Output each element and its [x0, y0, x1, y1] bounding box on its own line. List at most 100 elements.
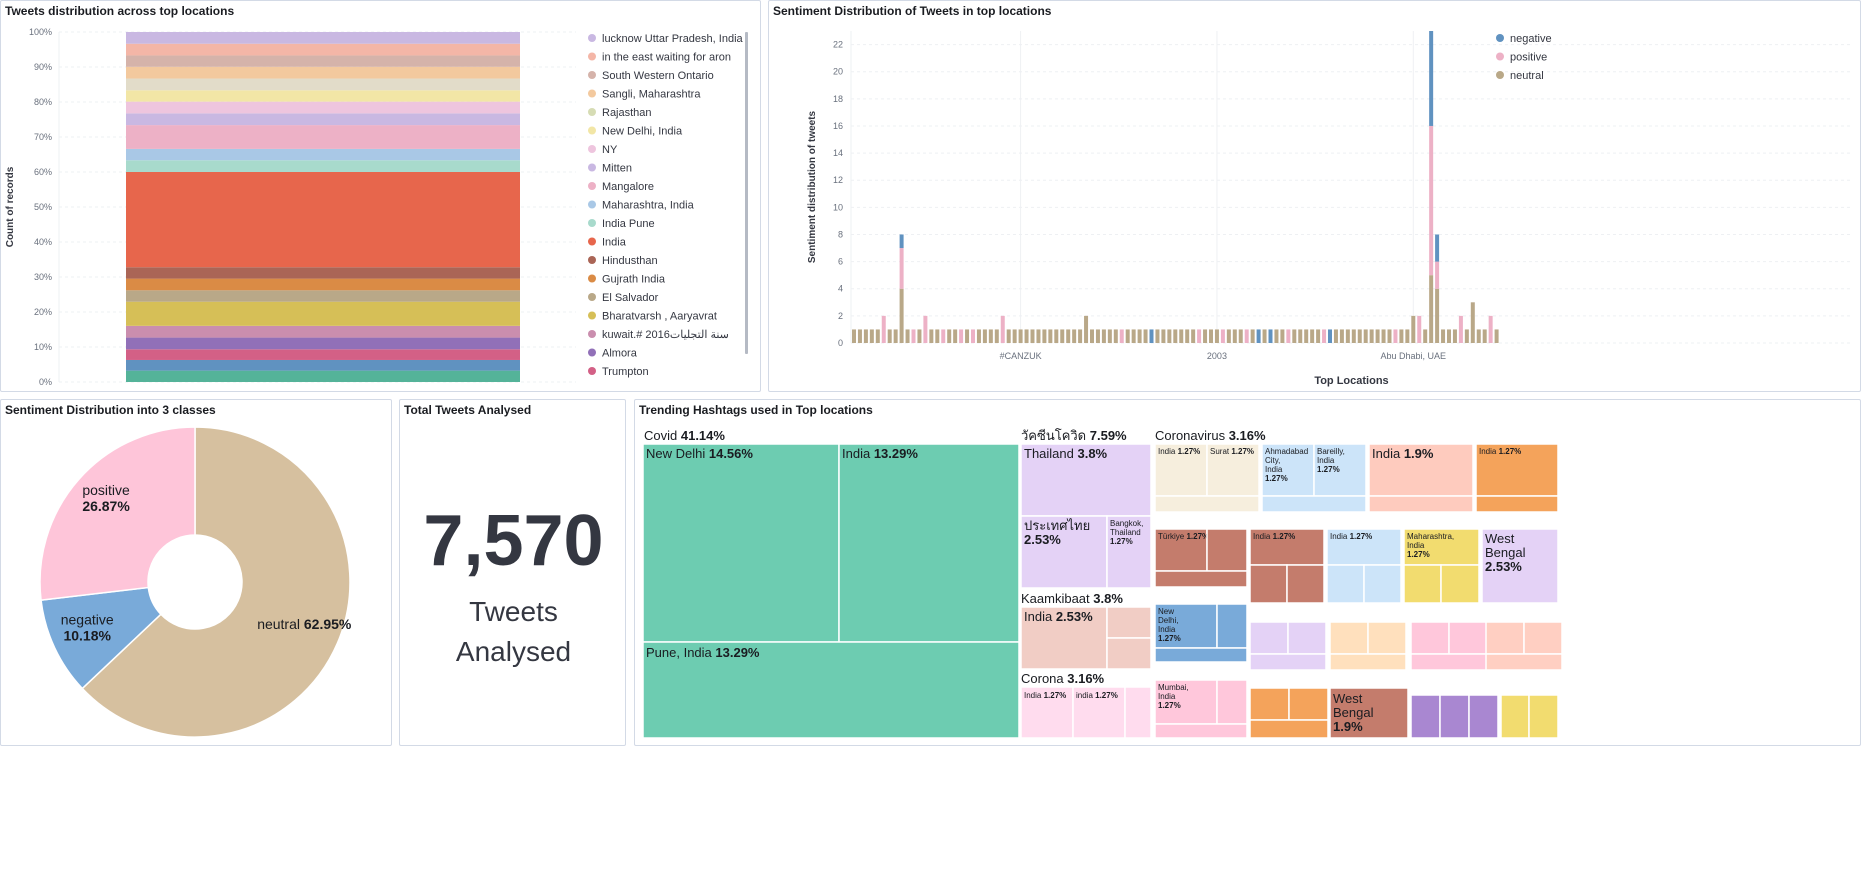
- stacked-bar-chart: 0% 10% 20% 30% 40% 50% 60% 70% 80% 90% 100% Count o…: [5, 27, 748, 387]
- y-axis-label: Sentiment distribution of tweets: [807, 110, 818, 263]
- bar-neutral: [1435, 288, 1440, 343]
- cell-label: India: [1158, 692, 1176, 701]
- legend-swatch: [588, 71, 596, 79]
- y-tick-label: 50%: [34, 202, 52, 212]
- cell-label: India: [1265, 465, 1283, 474]
- bar-positive: [1000, 315, 1005, 343]
- y-tick-label: 16: [833, 121, 843, 131]
- treemap-cell: [1216, 603, 1248, 649]
- bar-negative: [1328, 329, 1332, 343]
- metric-label-line2: Analysed: [455, 636, 572, 667]
- treemap-cell: [1448, 621, 1488, 655]
- bar-neutral: [1304, 329, 1309, 343]
- bar-neutral: [1095, 329, 1100, 343]
- cell-label: Bareilly,: [1317, 447, 1345, 456]
- bar-neutral: [1399, 329, 1404, 343]
- cell-percent: 1.27%: [1407, 550, 1430, 559]
- bar-neutral: [1494, 329, 1499, 343]
- cell-label: india 1.27%: [1076, 691, 1118, 700]
- y-tick-label: 2: [838, 311, 843, 321]
- legend-swatch: [588, 219, 596, 227]
- bar-segment: [126, 160, 520, 172]
- legend-entry: India: [602, 237, 627, 249]
- legend-entry: kuwait.# 2016سنة التجليات: [602, 329, 729, 341]
- bar-neutral: [1476, 329, 1481, 343]
- bar-neutral: [1125, 329, 1130, 343]
- bar-neutral: [1012, 329, 1017, 343]
- bar-neutral: [875, 329, 880, 343]
- metric-value: 7,570: [423, 501, 604, 581]
- cell-label: India 1.27%: [1479, 447, 1521, 456]
- bar-segment: [126, 172, 520, 268]
- bar-neutral: [852, 329, 856, 343]
- cell-label: India: [1158, 625, 1176, 634]
- bar-neutral: [1464, 329, 1469, 343]
- cell-label: Mumbai,: [1158, 683, 1189, 692]
- bar-neutral: [988, 329, 993, 343]
- bar-neutral: [1274, 329, 1279, 343]
- bar-neutral: [1369, 329, 1374, 343]
- y-tick-label: 10%: [34, 342, 52, 352]
- bar-neutral: [1203, 329, 1208, 343]
- bar-neutral: [935, 329, 940, 343]
- bar-positive: [1488, 315, 1493, 343]
- bar-neutral: [1214, 329, 1219, 343]
- y-tick-label: 0: [838, 338, 843, 348]
- treemap-cell: [1216, 679, 1248, 725]
- bar-neutral: [1482, 329, 1487, 343]
- bar-neutral: [863, 329, 868, 343]
- cell-label: India 13.29%: [842, 446, 918, 461]
- bar-neutral: [1226, 329, 1231, 343]
- bar-positive: [1429, 125, 1434, 276]
- bar-neutral: [1292, 329, 1297, 343]
- legend-entry: Hindusthan: [602, 255, 658, 267]
- legend-entry: neutral: [1510, 70, 1544, 82]
- cell-label: Thailand 3.8%: [1024, 446, 1108, 461]
- panel-sentiment-bars: Sentiment Distribution of Tweets in top …: [768, 0, 1861, 392]
- bar-neutral: [1072, 329, 1077, 343]
- bar-neutral: [1232, 329, 1237, 343]
- y-tick-label: 12: [833, 175, 843, 185]
- y-tick-label: 4: [838, 284, 843, 294]
- bar-segment: [126, 370, 520, 382]
- treemap-cell: [1523, 621, 1563, 655]
- bar-negative: [899, 234, 904, 249]
- bar-neutral: [1351, 329, 1356, 343]
- treemap-cell: [1368, 495, 1474, 513]
- bar-positive: [971, 329, 975, 343]
- y-tick-label: 8: [838, 229, 843, 239]
- y-tick-label: 90%: [34, 62, 52, 72]
- legend-entry: India Pune: [602, 218, 655, 230]
- bar-neutral: [1345, 329, 1350, 343]
- treemap-cell: [1287, 621, 1327, 655]
- panel-title: Total Tweets Analysed: [404, 403, 532, 417]
- treemap-cell: [1249, 564, 1288, 604]
- bar-neutral: [1137, 329, 1142, 343]
- bar-neutral: [1066, 329, 1071, 343]
- treemap-cell: [1439, 694, 1470, 739]
- legend-entry: positive: [1510, 52, 1547, 64]
- treemap-cell: [1468, 694, 1499, 739]
- bar-neutral: [1113, 329, 1118, 343]
- bar-neutral: [1452, 329, 1457, 343]
- bar-neutral: [1054, 329, 1059, 343]
- treemap-cell: [838, 443, 1020, 643]
- treemap-cell: [1154, 570, 1248, 588]
- y-tick-label: 20: [833, 67, 843, 77]
- bar-neutral: [1238, 329, 1243, 343]
- y-axis-label: Count of records: [5, 166, 16, 247]
- bar-neutral: [1084, 315, 1089, 343]
- cell-percent: 1.27%: [1317, 465, 1340, 474]
- legend-entry: New Delhi, India: [602, 126, 683, 138]
- legend-swatch: [588, 330, 596, 338]
- bar-segment: [126, 349, 520, 360]
- cell-label: Bangkok,: [1110, 519, 1143, 528]
- bar-segment: [126, 290, 520, 302]
- treemap-cell: [1249, 687, 1290, 721]
- bar-segment: [126, 359, 520, 371]
- legend-entry: lucknow Uttar Pradesh, India: [602, 33, 744, 45]
- cell-label: India 1.27%: [1330, 532, 1372, 541]
- cell-label: India 1.9%: [1372, 446, 1434, 461]
- bar-negative: [1435, 234, 1440, 262]
- bar-segment: [126, 148, 520, 161]
